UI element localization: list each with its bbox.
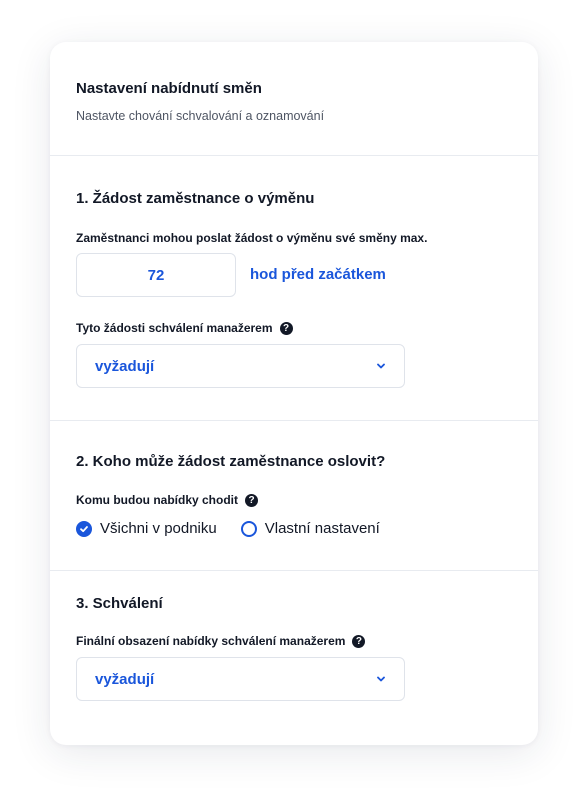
final-approval-select-value: vyžadují (95, 670, 155, 688)
final-approval-select[interactable]: vyžadují (76, 657, 405, 701)
section-title: 3. Schválení (76, 595, 163, 612)
chevron-down-icon (377, 676, 385, 682)
hours-unit: hod před začátkem (250, 266, 386, 283)
section-title: 2. Koho může žádost zaměstnance oslovit? (76, 453, 386, 470)
section-exchange-request: 1. Žádost zaměstnance o výměnu Zaměstnan… (50, 156, 538, 421)
card-header: Nastavení nabídnutí směn Nastavte chován… (50, 42, 538, 156)
question-circle-icon[interactable]: ? (279, 321, 293, 335)
card-title: Nastavení nabídnutí směn (76, 80, 262, 97)
hours-label: Zaměstnanci mohou poslat žádost o výměnu… (76, 231, 428, 245)
check-circle-icon (76, 520, 92, 537)
approval-label-text: Tyto žádosti schválení manažerem (76, 321, 273, 335)
section-title: 1. Žádost zaměstnance o výměnu (76, 190, 315, 207)
radio-label: Všichni v podniku (100, 520, 217, 537)
question-circle-icon[interactable]: ? (245, 493, 258, 507)
approval-select[interactable]: vyžadují (76, 344, 405, 388)
section-recipients: 2. Koho může žádost zaměstnance oslovit?… (50, 421, 538, 571)
hours-input[interactable]: 72 (76, 253, 236, 297)
recipients-label: Komu budou nabídky chodit ? (76, 493, 258, 507)
approval-label: Tyto žádosti schválení manažerem ? (76, 321, 293, 335)
final-approval-label-text: Finální obsazení nabídky schválení manaž… (76, 634, 346, 648)
approval-select-value: vyžadují (95, 357, 155, 375)
final-approval-label: Finální obsazení nabídky schválení manaž… (76, 634, 366, 648)
settings-card: Nastavení nabídnutí směn Nastavte chován… (50, 42, 538, 745)
chevron-down-icon (377, 363, 385, 369)
question-circle-icon[interactable]: ? (352, 634, 366, 648)
radio-custom[interactable]: Vlastní nastavení (240, 520, 380, 537)
radio-everyone[interactable]: Všichni v podniku (76, 520, 217, 537)
recipients-radio-group: Všichni v podniku Vlastní nastavení (76, 520, 404, 537)
recipients-label-text: Komu budou nabídky chodit (76, 493, 238, 507)
radio-empty-icon (240, 520, 257, 537)
radio-label: Vlastní nastavení (264, 520, 380, 537)
card-subtitle: Nastavte chování schvalování a oznamován… (76, 109, 325, 123)
